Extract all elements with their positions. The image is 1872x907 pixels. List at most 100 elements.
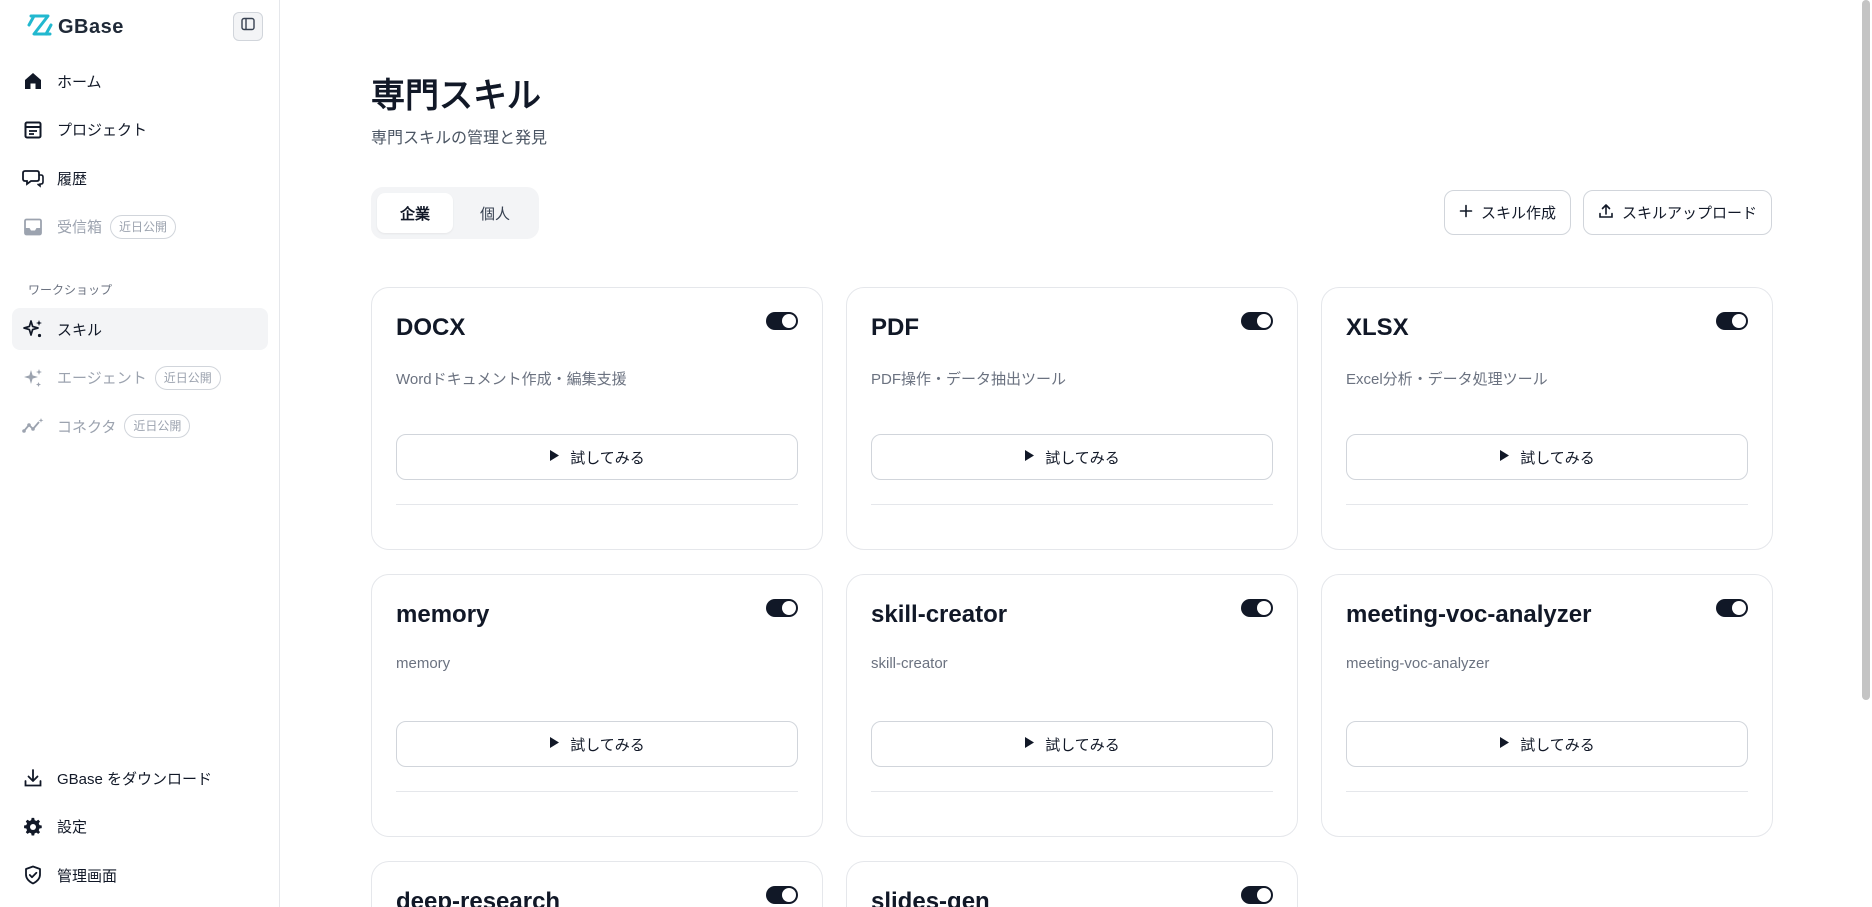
sidebar-item-history[interactable]: 履歴: [12, 157, 268, 199]
skill-enable-toggle[interactable]: [1716, 599, 1748, 617]
connector-icon: [21, 414, 45, 438]
play-icon: [549, 449, 560, 466]
skill-card: DOCX Wordドキュメント作成・編集支援 試してみる: [371, 287, 823, 550]
project-icon: [21, 118, 45, 142]
card-divider: [396, 504, 798, 505]
sidebar-item-label: GBase をダウンロード: [57, 770, 213, 788]
sidebar-item-label: 受信箱: [57, 219, 103, 236]
card-divider: [396, 791, 798, 792]
sidebar-item-admin[interactable]: 管理画面: [12, 854, 268, 896]
sidebar-item-skills[interactable]: スキル: [12, 308, 268, 350]
skill-card-title: DOCX: [396, 314, 466, 341]
main-content: 専門スキル 専門スキルの管理と発見 企業 個人 スキル作成 スキルアップロード: [281, 0, 1872, 907]
skill-card: memory memory 試してみる: [371, 574, 823, 837]
sidebar-item-connectors[interactable]: コネクタ 近日公開: [12, 405, 268, 447]
sidebar-item-agents[interactable]: エージェント 近日公開: [12, 357, 268, 399]
sparkles-icon: [21, 317, 45, 341]
page-subtitle: 専門スキルの管理と発見: [371, 130, 548, 147]
skill-card-title: skill-creator: [871, 601, 1008, 628]
skill-enable-toggle[interactable]: [766, 312, 798, 330]
sidebar-item-label: コネクタ: [57, 418, 117, 436]
sidebar-item-home[interactable]: ホーム: [12, 60, 268, 102]
sidebar-panel-icon: [241, 17, 255, 36]
play-icon: [1499, 449, 1510, 466]
skill-card: meeting-voc-analyzer meeting-voc-analyze…: [1321, 574, 1773, 837]
home-icon: [21, 69, 45, 93]
sidebar-item-project[interactable]: プロジェクト: [12, 109, 268, 151]
skill-card-title: PDF: [871, 314, 919, 341]
skill-card: PDF PDF操作・データ抽出ツール 試してみる: [846, 287, 1298, 550]
try-skill-button[interactable]: 試してみる: [396, 721, 798, 767]
sidebar-item-settings[interactable]: 設定: [12, 806, 268, 848]
skill-enable-toggle[interactable]: [1241, 886, 1273, 904]
try-skill-label: 試してみる: [1520, 449, 1595, 467]
skill-card-description: memory: [396, 655, 451, 672]
try-skill-label: 試してみる: [1520, 736, 1595, 754]
skill-card-title: deep-research: [396, 888, 561, 907]
try-skill-label: 試してみる: [1045, 449, 1120, 467]
skill-enable-toggle[interactable]: [766, 886, 798, 904]
header-actions: スキル作成 スキルアップロード: [1443, 190, 1772, 235]
try-skill-label: 試してみる: [570, 449, 645, 467]
sidebar-item-label: 履歴: [57, 170, 88, 188]
sidebar-item-inbox[interactable]: 受信箱 近日公開: [12, 206, 268, 248]
tab-enterprise[interactable]: 企業: [377, 193, 453, 233]
play-icon: [1024, 736, 1035, 753]
sidebar-item-label: エージェント: [57, 370, 147, 387]
skill-card-title: memory: [396, 601, 490, 628]
sidebar-item-label: ホーム: [57, 73, 102, 91]
try-skill-label: 試してみる: [1045, 736, 1120, 754]
skill-card-title: XLSX: [1346, 314, 1409, 341]
card-divider: [1346, 791, 1748, 792]
skill-enable-toggle[interactable]: [1716, 312, 1748, 330]
upload-icon: [1598, 203, 1614, 223]
tab-personal[interactable]: 個人: [457, 193, 533, 233]
skill-enable-toggle[interactable]: [1241, 599, 1273, 617]
skill-card: deep-research: [371, 861, 823, 907]
skill-enable-toggle[interactable]: [766, 599, 798, 617]
brand-name: GBase: [58, 16, 124, 38]
try-skill-button[interactable]: 試してみる: [871, 721, 1273, 767]
try-skill-button[interactable]: 試してみる: [1346, 434, 1748, 480]
skill-card-title: meeting-voc-analyzer: [1346, 601, 1592, 628]
sidebar-item-label: 管理画面: [57, 867, 118, 885]
brand[interactable]: GBase: [26, 12, 124, 43]
plus-icon: [1459, 204, 1473, 222]
create-skill-label: スキル作成: [1480, 205, 1556, 222]
sidebar: GBase ホーム プロジェクト 履歴 受信箱 近日公開 ワークショップ スキル…: [0, 0, 280, 907]
card-divider: [1346, 504, 1748, 505]
bottom-nav: GBase をダウンロード 設定 管理画面: [12, 757, 268, 903]
skill-card: slides-gen: [846, 861, 1298, 907]
scrollbar[interactable]: [1862, 0, 1870, 700]
primary-nav: ホーム プロジェクト 履歴 受信箱 近日公開: [12, 60, 268, 254]
sidebar-item-label: 設定: [57, 819, 88, 836]
sidebar-item-label: プロジェクト: [57, 122, 148, 139]
upload-skill-button[interactable]: スキルアップロード: [1582, 190, 1772, 235]
download-icon: [21, 766, 45, 790]
card-divider: [871, 791, 1273, 792]
card-divider: [871, 504, 1273, 505]
coming-soon-badge: 近日公開: [124, 414, 191, 438]
gear-icon: [21, 815, 45, 839]
try-skill-button[interactable]: 試してみる: [396, 434, 798, 480]
skill-card-description: meeting-voc-analyzer: [1346, 655, 1490, 672]
section-label-workshop: ワークショップ: [28, 283, 113, 297]
app-root: GBase ホーム プロジェクト 履歴 受信箱 近日公開 ワークショップ スキル…: [0, 0, 1872, 907]
history-icon: [21, 166, 45, 190]
sidebar-item-label: スキル: [57, 321, 103, 339]
skill-card-description: Excel分析・データ処理ツール: [1346, 371, 1548, 388]
play-icon: [549, 736, 560, 753]
play-icon: [1024, 449, 1035, 466]
try-skill-label: 試してみる: [570, 736, 645, 754]
sidebar-toggle-button[interactable]: [233, 12, 263, 41]
upload-skill-label: スキルアップロード: [1621, 205, 1757, 222]
try-skill-button[interactable]: 試してみる: [871, 434, 1273, 480]
skill-card-title: slides-gen: [871, 888, 990, 907]
inbox-icon: [21, 215, 45, 239]
skill-card-description: skill-creator: [871, 655, 948, 672]
create-skill-button[interactable]: スキル作成: [1443, 190, 1571, 235]
try-skill-button[interactable]: 試してみる: [1346, 721, 1748, 767]
sidebar-item-download[interactable]: GBase をダウンロード: [12, 757, 268, 799]
skill-card-description: Wordドキュメント作成・編集支援: [396, 371, 627, 388]
skill-enable-toggle[interactable]: [1241, 312, 1273, 330]
